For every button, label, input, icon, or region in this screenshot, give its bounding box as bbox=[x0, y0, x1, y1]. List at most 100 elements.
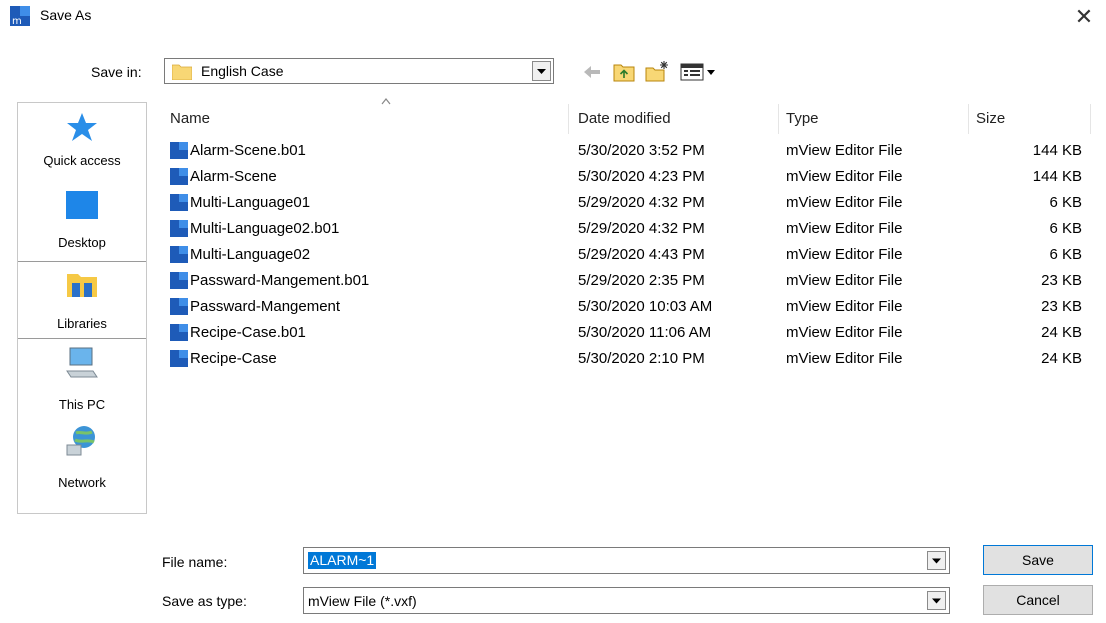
back-button[interactable] bbox=[580, 60, 604, 84]
file-date: 5/30/2020 3:52 PM bbox=[578, 142, 705, 159]
save-as-type-dropdown-button[interactable] bbox=[927, 591, 946, 610]
file-size: 6 KB bbox=[1049, 220, 1082, 237]
column-header-row: Name Date modified Type Size bbox=[160, 98, 1092, 136]
save-as-type-label: Save as type: bbox=[162, 593, 247, 609]
file-type: mView Editor File bbox=[786, 324, 903, 341]
file-row[interactable]: Multi-Language01 5/29/2020 4:32 PM mView… bbox=[160, 191, 1092, 215]
save-in-value: English Case bbox=[201, 63, 284, 79]
file-name: Multi-Language02.b01 bbox=[190, 220, 340, 237]
new-folder-icon bbox=[645, 61, 668, 82]
file-date: 5/29/2020 4:32 PM bbox=[578, 194, 705, 211]
mview-file-icon bbox=[170, 194, 188, 211]
file-rows: Alarm-Scene.b01 5/30/2020 3:52 PM mView … bbox=[160, 139, 1092, 379]
view-menu-button[interactable] bbox=[679, 60, 721, 84]
place-label: Libraries bbox=[57, 316, 107, 331]
save-in-combobox[interactable]: English Case bbox=[164, 58, 554, 84]
close-icon: ✕ bbox=[1074, 4, 1094, 29]
file-row[interactable]: Passward-Mangement.b01 5/29/2020 2:35 PM… bbox=[160, 269, 1092, 293]
file-name: Multi-Language01 bbox=[190, 194, 311, 211]
file-date: 5/30/2020 10:03 AM bbox=[578, 298, 713, 315]
file-size: 144 KB bbox=[1032, 142, 1082, 159]
column-separator[interactable] bbox=[778, 104, 779, 134]
places-bar: Quick access Desktop Libraries This PC N… bbox=[17, 102, 147, 514]
column-header-name[interactable]: Name bbox=[170, 110, 210, 127]
file-name: Passward-Mangement.b01 bbox=[190, 272, 370, 289]
column-separator[interactable] bbox=[1090, 104, 1091, 134]
file-type: mView Editor File bbox=[786, 220, 903, 237]
file-size: 6 KB bbox=[1049, 246, 1082, 263]
svg-text:m: m bbox=[12, 16, 22, 26]
mview-app-icon: m bbox=[10, 6, 30, 26]
file-type: mView Editor File bbox=[786, 350, 903, 367]
mview-file-icon bbox=[170, 324, 188, 341]
file-row[interactable]: Multi-Language02.b01 5/29/2020 4:32 PM m… bbox=[160, 217, 1092, 241]
file-size: 23 KB bbox=[1041, 272, 1082, 289]
network-icon bbox=[66, 426, 95, 456]
file-size: 24 KB bbox=[1041, 324, 1082, 341]
view-menu-icon bbox=[680, 63, 715, 81]
file-date: 5/29/2020 4:32 PM bbox=[578, 220, 705, 237]
place-network[interactable]: Network bbox=[18, 419, 146, 495]
chevron-down-icon bbox=[537, 69, 546, 74]
up-folder-icon bbox=[613, 64, 635, 82]
chevron-down-icon bbox=[932, 558, 941, 564]
cancel-button[interactable]: Cancel bbox=[983, 585, 1093, 615]
chevron-down-icon bbox=[932, 598, 941, 604]
file-name: Passward-Mangement bbox=[190, 298, 341, 315]
save-in-label: Save in: bbox=[91, 64, 142, 80]
place-quick-access[interactable]: Quick access bbox=[18, 103, 146, 179]
column-separator[interactable] bbox=[968, 104, 969, 134]
file-name-dropdown-button[interactable] bbox=[927, 551, 946, 570]
file-type: mView Editor File bbox=[786, 298, 903, 315]
mview-file-icon bbox=[170, 298, 188, 315]
file-size: 23 KB bbox=[1041, 298, 1082, 315]
file-name-input[interactable]: ALARM~1 bbox=[303, 547, 950, 574]
file-type: mView Editor File bbox=[786, 194, 903, 211]
file-row[interactable]: Multi-Language02 5/29/2020 4:43 PM mView… bbox=[160, 243, 1092, 267]
save-in-dropdown-button[interactable] bbox=[532, 61, 551, 81]
column-header-type[interactable]: Type bbox=[786, 110, 819, 127]
folder-icon bbox=[172, 64, 192, 80]
file-size: 144 KB bbox=[1032, 168, 1082, 185]
place-label: This PC bbox=[58, 397, 106, 412]
file-type: mView Editor File bbox=[786, 246, 903, 263]
save-as-type-select[interactable]: mView File (*.vxf) bbox=[303, 587, 950, 614]
file-size: 6 KB bbox=[1049, 194, 1082, 211]
column-header-size[interactable]: Size bbox=[976, 110, 1005, 127]
computer-icon bbox=[66, 347, 98, 378]
file-size: 24 KB bbox=[1041, 350, 1082, 367]
new-folder-button[interactable] bbox=[644, 60, 670, 84]
mview-file-icon bbox=[170, 142, 188, 159]
file-name: Alarm-Scene bbox=[190, 168, 277, 185]
mview-file-icon bbox=[170, 246, 188, 263]
place-label: Network bbox=[58, 475, 106, 490]
up-folder-button[interactable] bbox=[612, 60, 636, 84]
back-arrow-icon bbox=[584, 66, 600, 78]
mview-file-icon bbox=[170, 350, 188, 367]
file-date: 5/30/2020 4:23 PM bbox=[578, 168, 705, 185]
star-icon bbox=[67, 113, 97, 141]
place-libraries[interactable]: Libraries bbox=[18, 261, 146, 339]
mview-file-icon bbox=[170, 220, 188, 237]
column-separator[interactable] bbox=[568, 104, 569, 134]
file-date: 5/29/2020 4:43 PM bbox=[578, 246, 705, 263]
file-name-label: File name: bbox=[162, 554, 228, 570]
file-date: 5/30/2020 2:10 PM bbox=[578, 350, 705, 367]
place-this-pc[interactable]: This PC bbox=[18, 341, 146, 417]
file-row[interactable]: Recipe-Case 5/30/2020 2:10 PM mView Edit… bbox=[160, 347, 1092, 371]
window-title: Save As bbox=[40, 7, 92, 23]
file-row[interactable]: Alarm-Scene.b01 5/30/2020 3:52 PM mView … bbox=[160, 139, 1092, 163]
place-label: Desktop bbox=[58, 235, 106, 250]
save-button[interactable]: Save bbox=[983, 545, 1093, 575]
place-desktop[interactable]: Desktop bbox=[18, 183, 146, 259]
file-row[interactable]: Passward-Mangement 5/30/2020 10:03 AM mV… bbox=[160, 295, 1092, 319]
close-button[interactable]: ✕ bbox=[1070, 4, 1098, 30]
file-type: mView Editor File bbox=[786, 168, 903, 185]
file-row[interactable]: Recipe-Case.b01 5/30/2020 11:06 AM mView… bbox=[160, 321, 1092, 345]
file-row[interactable]: Alarm-Scene 5/30/2020 4:23 PM mView Edit… bbox=[160, 165, 1092, 189]
title-bar: m Save As ✕ bbox=[0, 0, 1106, 34]
file-date: 5/29/2020 2:35 PM bbox=[578, 272, 705, 289]
file-name-value: ALARM~1 bbox=[308, 552, 377, 569]
column-header-date-modified[interactable]: Date modified bbox=[578, 110, 671, 127]
file-list[interactable]: Name Date modified Type Size Alarm-Scene… bbox=[160, 98, 1092, 514]
